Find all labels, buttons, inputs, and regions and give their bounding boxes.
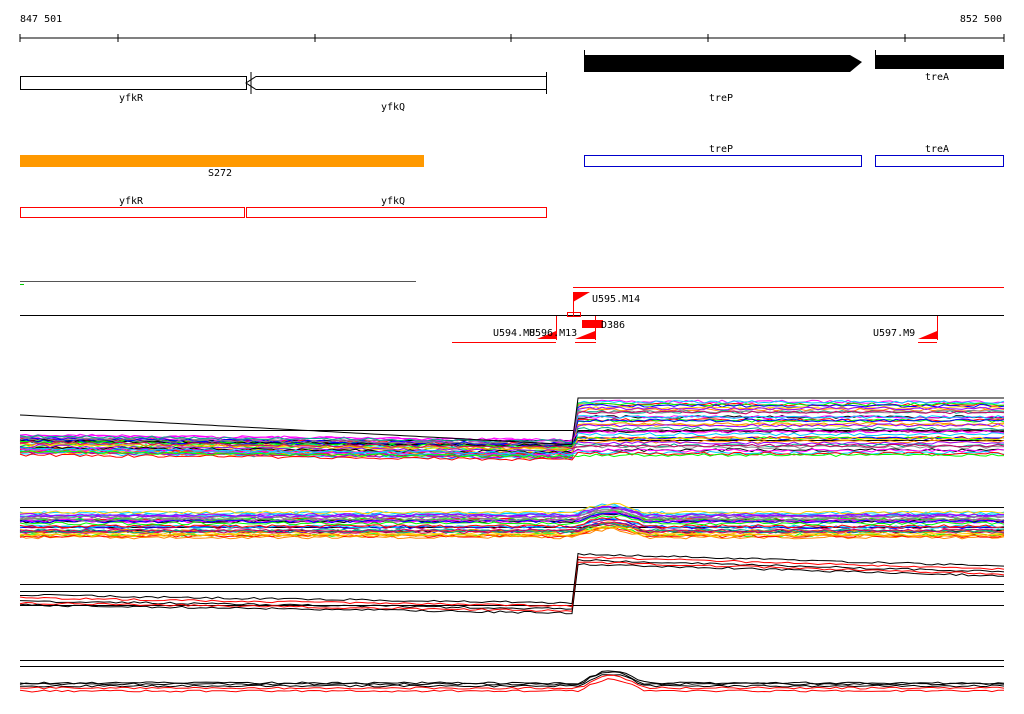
svg-text:treP: treP <box>709 144 733 155</box>
expression-profile <box>20 552 1005 605</box>
svg-text:S272: S272 <box>208 168 232 179</box>
expression-profile <box>19 671 1005 686</box>
region-S272[interactable]: S272 <box>20 155 424 179</box>
expression-profile <box>19 563 1005 615</box>
blue-gene-treA[interactable]: treA <box>875 144 1004 167</box>
svg-text:yfkQ: yfkQ <box>381 196 405 207</box>
expression-profile <box>19 556 1005 608</box>
expression-profile <box>19 503 1005 516</box>
svg-text:D386: D386 <box>601 320 625 331</box>
feature-D386[interactable]: D386 <box>575 316 625 340</box>
svg-text:treA: treA <box>925 72 949 83</box>
ruler-start-label: 847 501 <box>20 14 62 25</box>
genome-browser-canvas: 847 501 852 500 yfkR yfkQ treP treA S272… <box>19 14 1005 693</box>
ruler-end-label: 852 500 <box>960 14 1002 25</box>
svg-text:yfkR: yfkR <box>119 93 144 104</box>
gene-yfkQ[interactable]: yfkQ <box>245 72 547 113</box>
svg-text:treP: treP <box>709 93 733 104</box>
expression-tracks <box>19 397 1005 693</box>
svg-text:U597.M9: U597.M9 <box>873 328 915 339</box>
ruler <box>19 34 1005 42</box>
red-gene-yfkQ[interactable]: yfkQ <box>246 196 547 218</box>
expression-profile <box>19 561 1005 612</box>
svg-text:treA: treA <box>925 144 949 155</box>
red-gene-yfkR[interactable]: yfkR <box>20 196 245 218</box>
svg-text:yfkR: yfkR <box>119 196 144 207</box>
svg-text:U596.M13: U596.M13 <box>529 328 577 339</box>
gene-yfkR[interactable]: yfkR <box>20 76 247 105</box>
blue-gene-treP[interactable]: treP <box>584 144 862 167</box>
gene-treA[interactable]: treA <box>875 50 1004 83</box>
svg-text:yfkQ: yfkQ <box>381 102 405 113</box>
svg-text:U595.M14: U595.M14 <box>592 294 640 305</box>
feature-U595-M14[interactable]: U595.M14 <box>567 292 641 317</box>
gene-treP[interactable]: treP <box>584 50 862 104</box>
expression-profile <box>19 502 1005 515</box>
feature-U597-M9[interactable]: U597.M9 <box>873 316 938 340</box>
feature-U596-M13[interactable]: U596.M13 <box>529 316 577 340</box>
expression-profile <box>19 670 1005 685</box>
